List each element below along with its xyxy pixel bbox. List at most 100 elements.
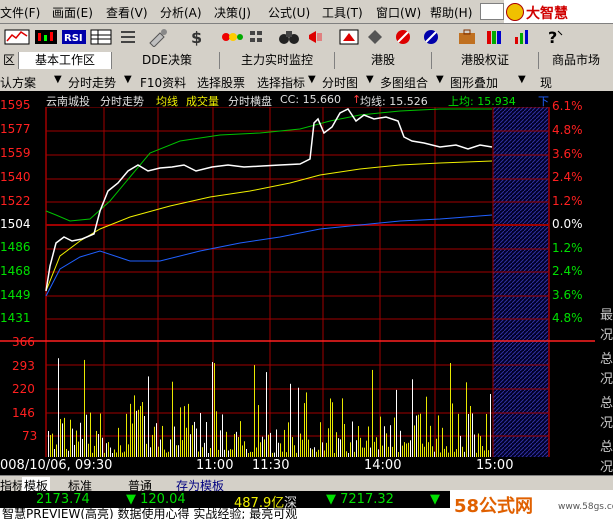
tab-hk-stocks[interactable]: 港股 [335, 52, 432, 69]
diamond-icon[interactable] [366, 27, 384, 47]
volume-bar [424, 446, 425, 457]
volume-bar [392, 446, 393, 457]
tab-hk-warrants[interactable]: 港股权证 [432, 52, 539, 69]
volume-bar [466, 382, 467, 457]
volume-bar [442, 427, 443, 457]
dropdown-icon[interactable]: ▼ [366, 74, 374, 85]
time-label: 14:00 [364, 458, 402, 473]
alert-icon[interactable] [338, 27, 360, 47]
time-label: 11:30 [252, 458, 290, 473]
dollar-icon[interactable]: $ [188, 27, 206, 47]
volume-bar [216, 411, 217, 457]
volume-bar [332, 402, 333, 457]
dropdown-icon[interactable]: ▼ [54, 74, 62, 85]
volume-bar [222, 414, 223, 457]
volume-bar [490, 393, 491, 457]
tab-basic-workspace[interactable]: 基本工作区 [19, 52, 112, 69]
func-select-stock[interactable]: 选择股票 [197, 74, 245, 91]
tab-area[interactable]: 区 [0, 52, 19, 69]
menu-screen[interactable]: 画面(E) [52, 4, 93, 21]
dropdown-icon[interactable]: ▼ [518, 74, 526, 85]
volume-label: 成交量 [186, 95, 219, 108]
rsi-icon[interactable]: RSI [62, 27, 86, 47]
no-symbol-icon[interactable] [392, 27, 414, 47]
volume-bar [146, 443, 147, 457]
price-label: 1468 [0, 264, 31, 278]
volume-bar [376, 437, 377, 457]
volume-bar [436, 438, 437, 457]
volume-bar [134, 395, 135, 457]
tab-main-monitor[interactable]: 主力实时监控 [220, 52, 335, 69]
volume-bar [238, 437, 239, 457]
menu-tools[interactable]: 工具(T) [322, 4, 363, 21]
tab-dde[interactable]: DDE决策 [115, 52, 220, 69]
megaphone-icon[interactable] [306, 27, 326, 47]
portfolio-icon[interactable] [456, 27, 478, 47]
volume-bar [304, 403, 305, 457]
grid-icon[interactable] [248, 27, 268, 47]
volume-label: 220 [12, 382, 35, 396]
list-icon[interactable] [118, 27, 138, 47]
volume-bar [444, 448, 445, 457]
menu-file[interactable]: 文件(F) [0, 4, 40, 21]
menu-view[interactable]: 查看(V) [106, 4, 148, 21]
volume-bar [432, 446, 433, 457]
volume-bar [60, 419, 61, 457]
ban-icon[interactable] [420, 27, 442, 47]
tools-icon[interactable] [146, 27, 170, 47]
binoculars-icon[interactable] [278, 27, 300, 47]
menu-help[interactable]: 帮助(H) [430, 4, 472, 21]
volume-bar [190, 434, 191, 457]
kline-icon[interactable] [34, 27, 58, 47]
func-timeshare[interactable]: 分时走势 [68, 74, 116, 91]
view-name: 分时走势 [100, 95, 144, 108]
menu-analysis[interactable]: 分析(A) [160, 4, 202, 21]
volume-bar [142, 402, 143, 457]
func-scheme[interactable]: 认方案 [0, 74, 36, 91]
menu-decision[interactable]: 决策(J) [214, 4, 251, 21]
volume-bar [246, 448, 247, 457]
search-input[interactable] [480, 3, 504, 20]
volume-bar [428, 442, 429, 457]
pct-label: 4.8% [552, 123, 583, 137]
intraday-chart[interactable] [0, 91, 613, 457]
tab-commodities[interactable]: 商品市场 [539, 52, 613, 69]
func-timeshare-chart[interactable]: 分时图 [322, 74, 358, 91]
bar-chart-icon[interactable] [512, 27, 534, 47]
volume-bar [312, 449, 313, 457]
menu-formula[interactable]: 公式(U) [268, 4, 310, 21]
time-label: 15:00 [476, 458, 514, 473]
func-select-indicator[interactable]: 选择指标 [257, 74, 305, 91]
func-current[interactable]: 现 [540, 74, 552, 91]
volume-bar [260, 442, 261, 457]
side-char: 况 [600, 416, 613, 431]
table-icon[interactable] [90, 27, 112, 47]
side-char: 总 [600, 352, 613, 367]
chart-icon[interactable] [4, 27, 30, 47]
dropdown-icon[interactable]: ▼ [124, 74, 132, 85]
dropdown-icon[interactable]: ▼ [436, 74, 444, 85]
volume-bar [94, 445, 95, 457]
books-icon[interactable] [484, 27, 506, 47]
volume-bar [200, 412, 201, 457]
volume-bar [140, 406, 141, 457]
volume-bar [114, 449, 115, 457]
help-icon[interactable]: ? [544, 27, 566, 47]
sequence-icon[interactable] [220, 27, 244, 47]
volume-bar [88, 443, 89, 457]
volume-bar [294, 445, 295, 457]
volume-bar [372, 369, 373, 457]
func-overlay[interactable]: 图形叠加 [450, 74, 498, 91]
volume-bar [256, 447, 257, 457]
volume-bar [400, 430, 401, 457]
volume-bar [160, 439, 161, 457]
price-label: 1431 [0, 311, 31, 325]
func-multi-chart[interactable]: 多图组合 [380, 74, 428, 91]
volume-bar [382, 445, 383, 457]
pct-label: 2.4% [552, 170, 583, 184]
volume-bar [174, 426, 175, 457]
dropdown-icon[interactable]: ▼ [308, 74, 316, 85]
index-value-2: ▼ 7217.32 [326, 492, 394, 507]
func-f10[interactable]: F10资料 [140, 74, 186, 91]
menu-window[interactable]: 窗口(W) [376, 4, 421, 21]
